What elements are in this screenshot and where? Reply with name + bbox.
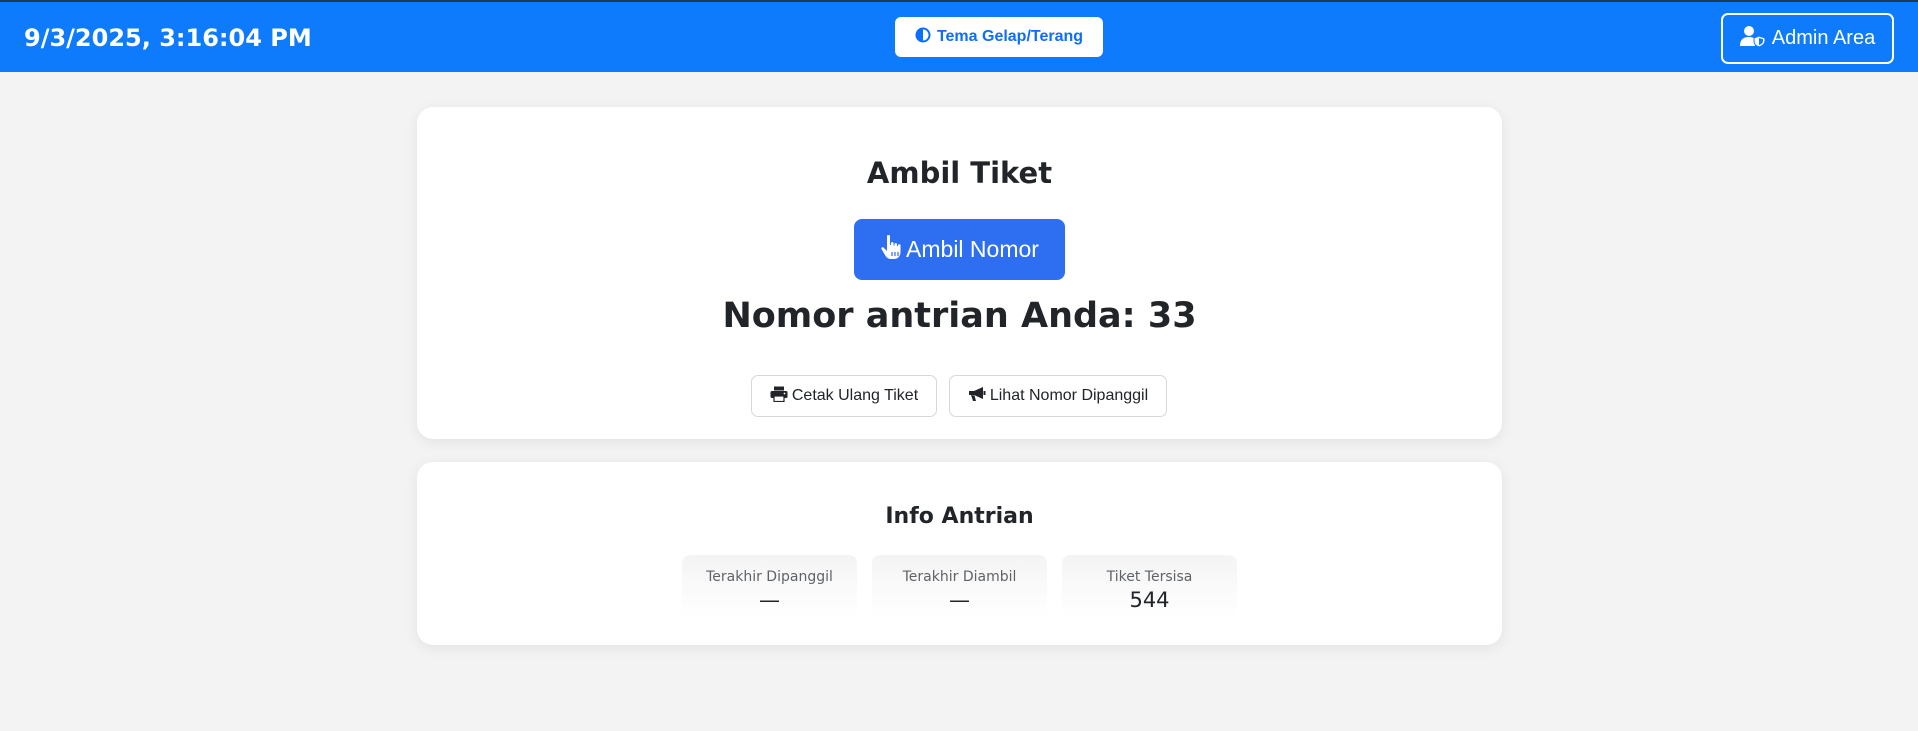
stat-label: Tiket Tersisa [1106, 569, 1193, 585]
take-number-button[interactable]: Ambil Nomor [854, 219, 1065, 280]
top-bar: 9/3/2025, 3:16:04 PM Tema Gelap/Terang A… [0, 0, 1918, 72]
stat-value: — [949, 588, 970, 612]
theme-toggle-button[interactable]: Tema Gelap/Terang [895, 17, 1103, 57]
hand-pointer-icon [880, 234, 902, 266]
theme-toggle-label: Tema Gelap/Terang [936, 28, 1084, 45]
ticket-card: Ambil Tiket Ambil Nomor Nomor antrian An… [417, 107, 1502, 439]
queue-number-text: Nomor antrian Anda: 33 [722, 296, 1197, 336]
admin-area-button[interactable]: Admin Area [1721, 13, 1894, 64]
reprint-ticket-label: Cetak Ulang Tiket [791, 387, 919, 404]
view-called-number-button[interactable]: Lihat Nomor Dipanggil [949, 375, 1167, 417]
reprint-ticket-button[interactable]: Cetak Ulang Tiket [751, 375, 937, 417]
stat-tickets-remaining: Tiket Tersisa 544 [1062, 555, 1237, 617]
stat-label: Terakhir Diambil [902, 569, 1017, 585]
view-called-number-label: Lihat Nomor Dipanggil [989, 387, 1149, 404]
contrast-icon [915, 27, 931, 48]
take-number-label: Ambil Nomor [906, 236, 1039, 262]
queue-info-card: Info Antrian Terakhir Dipanggil — Terakh… [417, 462, 1502, 645]
queue-info-title: Info Antrian [885, 504, 1034, 529]
stat-value: 544 [1129, 588, 1170, 612]
stat-last-called: Terakhir Dipanggil — [682, 555, 857, 617]
datetime-display: 9/3/2025, 3:16:04 PM [24, 24, 312, 52]
admin-area-label: Admin Area [1771, 27, 1876, 49]
stat-value: — [759, 588, 780, 612]
bullhorn-icon [968, 386, 986, 407]
ticket-title: Ambil Tiket [866, 156, 1053, 190]
stat-last-taken: Terakhir Diambil — [872, 555, 1047, 617]
user-shield-icon [1739, 25, 1766, 53]
print-icon [770, 386, 788, 407]
stat-label: Terakhir Dipanggil [706, 569, 833, 585]
